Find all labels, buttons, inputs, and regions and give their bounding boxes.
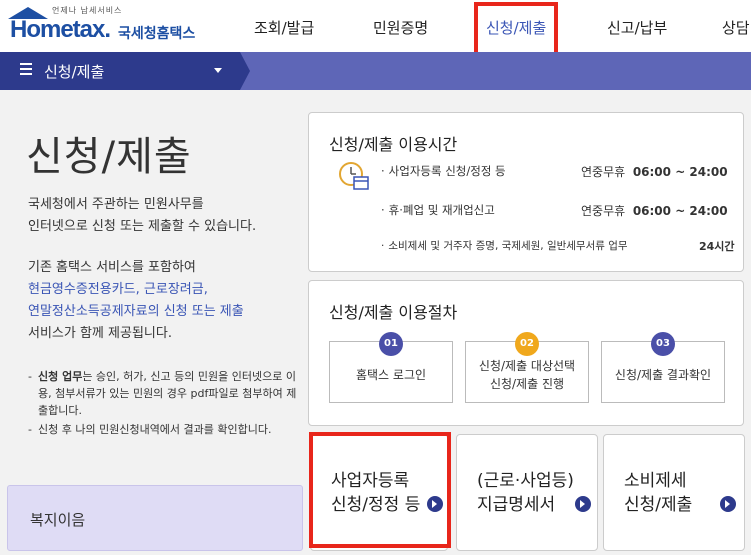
hamburger-icon	[20, 63, 32, 75]
welfare-label: 복지이음	[30, 511, 86, 529]
nav-certificate[interactable]: 민원증명	[373, 17, 428, 38]
note-bold: 신청 업무	[38, 370, 83, 383]
quick-card-highlight-box	[309, 432, 451, 548]
breadcrumb-label: 신청/제출	[44, 63, 105, 81]
usage-time-card: 신청/제출 이용시간 · 사업자등록 신청/정정 등 연중무휴 06:00 ~ 2…	[308, 112, 744, 272]
usage-hours: 연중무휴 06:00 ~ 24:00	[581, 202, 728, 219]
logo-brand: Hometax.	[10, 16, 111, 43]
page-title: 신청/제출	[26, 134, 192, 180]
breadcrumb-arrow	[240, 52, 250, 90]
intro-paragraph-2: 기존 홈택스 서비스를 포함하여 현금영수증전용카드, 근로장려금, 연말정산소…	[28, 257, 244, 345]
header: 언제나 납세서비스 Hometax. 국세청홈택스 조회/발급 민원증명 신청/…	[0, 0, 751, 52]
step-label: 신청/제출 진행	[489, 377, 565, 391]
note-dash: -	[28, 423, 32, 436]
intro-link-yearend[interactable]: 연말정산소득공제자료의 신청 또는 제출	[28, 301, 244, 323]
intro-paragraph-1: 국세청에서 주관하는 민원사무를 인터넷으로 신청 또는 제출할 수 있습니다.	[28, 194, 256, 238]
arrow-right-icon	[575, 496, 591, 512]
quick-card-line: 신청/제출	[624, 495, 693, 515]
quick-card-label: (근로·사업등) 지급명세서	[477, 469, 574, 517]
step-label: 신청/제출 대상선택	[478, 359, 576, 373]
usage-row: · 소비제세 및 거주자 증명, 국제세원, 일반세무서류 업무	[381, 238, 628, 253]
usage-hours-value: 06:00 ~ 24:00	[632, 204, 728, 218]
usage-hours-value: 06:00 ~ 24:00	[632, 165, 728, 179]
clock-calendar-icon	[339, 162, 369, 190]
quick-card-label: 소비제세 신청/제출	[624, 469, 692, 517]
chevron-down-icon[interactable]	[214, 68, 222, 73]
arrow-right-icon	[720, 496, 736, 512]
procedure-title: 신청/제출 이용절차	[329, 303, 458, 322]
usage-days: 연중무휴	[581, 204, 626, 218]
quick-card-line: 소비제세	[624, 471, 687, 491]
step-number-badge: 03	[651, 332, 675, 356]
note-item: - 신청 업무는 승인, 허가, 신고 등의 민원을 인터넷으로 이용, 첨부서…	[28, 368, 298, 419]
usage-days: 연중무휴	[581, 165, 626, 179]
nav-filing[interactable]: 신고/납부	[607, 17, 667, 38]
usage-label: 소비제세 및 거주자 증명, 국제세원, 일반세무서류 업무	[388, 240, 628, 252]
quick-card-consumption-tax[interactable]: 소비제세 신청/제출	[603, 434, 745, 551]
nav-inquiry[interactable]: 조회/발급	[254, 17, 314, 38]
hometax-logo[interactable]: 언제나 납세서비스 Hometax. 국세청홈택스	[6, 4, 196, 48]
quick-card-line: (근로·사업등)	[477, 471, 574, 491]
quick-card-line: 지급명세서	[477, 495, 556, 515]
intro-text: 서비스가 함께 제공됩니다.	[28, 326, 172, 341]
intro-link-services[interactable]: 현금영수증전용카드, 근로장려금,	[28, 279, 244, 301]
usage-row: · 휴·폐업 및 재개업신고	[381, 202, 495, 218]
step-number-badge: 01	[379, 332, 403, 356]
usage-row: · 사업자등록 신청/정정 등	[381, 163, 506, 179]
bullet: ·	[381, 203, 385, 217]
usage-hours: 24시간	[699, 238, 735, 254]
note-item: - 신청 후 나의 민원신청내역에서 결과를 확인합니다.	[28, 421, 298, 438]
intro-text: 기존 홈택스 서비스를 포함하여	[28, 260, 196, 275]
note-text: 신청 후 나의 민원신청내역에서 결과를 확인합니다.	[38, 423, 272, 436]
quick-card-payment-statement[interactable]: (근로·사업등) 지급명세서	[456, 434, 598, 551]
bullet: ·	[381, 164, 385, 178]
nav-consulting[interactable]: 상담	[722, 17, 750, 38]
usage-time-title: 신청/제출 이용시간	[329, 135, 458, 154]
step-label: 홈택스 로그인	[355, 368, 427, 382]
usage-hours-value: 24시간	[699, 240, 735, 253]
breadcrumb[interactable]: 신청/제출	[0, 52, 240, 90]
breadcrumb-bar: 신청/제출	[0, 52, 751, 90]
usage-label: 휴·폐업 및 재개업신고	[388, 203, 495, 217]
bullet: ·	[381, 240, 385, 252]
intro-text: 인터넷으로 신청 또는 제출할 수 있습니다.	[28, 219, 257, 234]
step-label: 신청/제출 결과확인	[614, 368, 712, 382]
logo-subtitle: 국세청홈택스	[118, 26, 196, 42]
usage-label: 사업자등록 신청/정정 등	[388, 164, 506, 178]
logo-tagline: 언제나 납세서비스	[52, 6, 123, 15]
welfare-button[interactable]: 복지이음	[7, 485, 303, 551]
step-number-badge: 02	[515, 332, 539, 356]
notes: - 신청 업무는 승인, 허가, 신고 등의 민원을 인터넷으로 이용, 첨부서…	[28, 368, 298, 440]
intro-text: 국세청에서 주관하는 민원사무를	[28, 197, 204, 212]
note-dash: -	[28, 370, 32, 383]
usage-hours: 연중무휴 06:00 ~ 24:00	[581, 163, 728, 180]
